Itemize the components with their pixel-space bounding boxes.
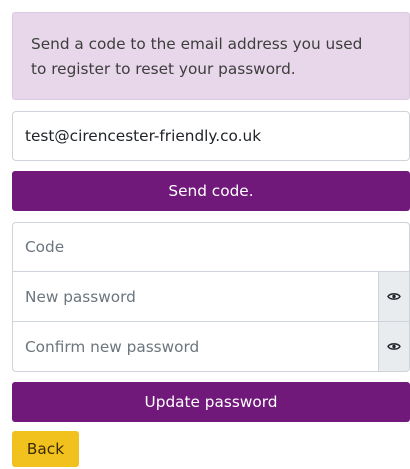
send-code-button[interactable]: Send code. [12,171,410,211]
info-line-2: to register to reset your password. [31,60,296,78]
info-line-1: Send a code to the email address you use… [31,35,363,53]
show-confirm-password-button[interactable] [378,321,410,372]
show-new-password-button[interactable] [378,271,410,322]
info-message: Send a code to the email address you use… [12,12,410,100]
eye-icon [387,342,401,351]
update-password-button[interactable]: Update password [12,382,410,422]
confirm-password-field[interactable] [12,321,379,372]
eye-icon [387,292,401,301]
code-field[interactable] [12,222,410,272]
back-button[interactable]: Back [12,431,79,467]
email-field[interactable] [12,111,410,161]
new-password-field[interactable] [12,271,379,322]
